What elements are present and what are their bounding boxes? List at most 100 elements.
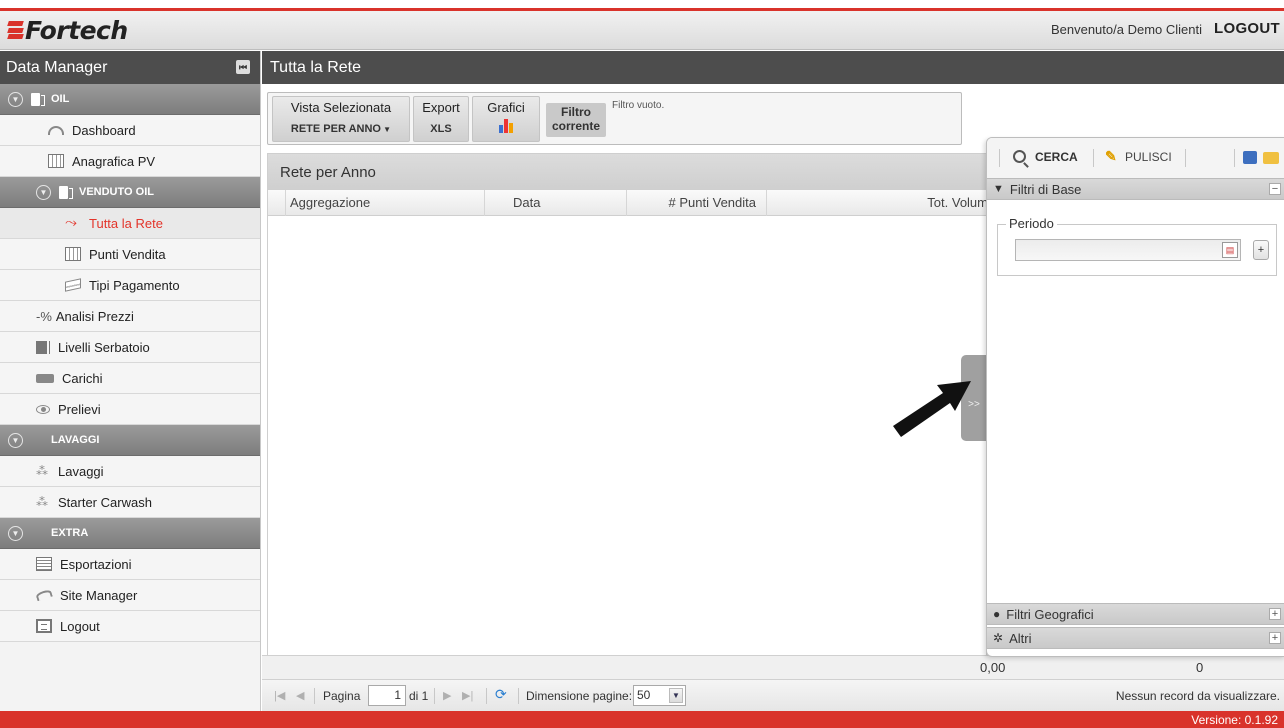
sidebar-item-label: Tutta la Rete [89, 215, 163, 231]
refresh-icon[interactable]: ⟳ [495, 686, 507, 703]
sidebar-item-anagrafica-pv[interactable]: Anagrafica PV [0, 146, 260, 177]
pulisci-button[interactable]: PULISCI [1125, 150, 1172, 164]
top-accent-strip [0, 0, 1284, 11]
sidebar-item-label: Carichi [62, 370, 103, 386]
filter-funnel-icon: ▼ [993, 183, 1004, 195]
column-header-punti-vendita[interactable]: # Punti Vendita [627, 190, 767, 216]
sidebar-item-prelievi[interactable]: Prelievi [0, 394, 260, 425]
group-oil[interactable]: ▼ OIL [0, 84, 260, 115]
bar-chart-icon [498, 119, 514, 133]
version-text: Versione: 0.1.92 [1191, 713, 1278, 727]
chevron-down-icon: ▼ [8, 525, 23, 541]
sidebar: Data Manager ⏮ ▼ OIL Dashboard Anagrafic… [0, 51, 261, 711]
folder-open-icon[interactable] [1263, 152, 1279, 164]
calendar-icon[interactable]: ▤ [1222, 242, 1238, 258]
sidebar-item-tipi-pagamento[interactable]: Tipi Pagamento [0, 270, 260, 301]
search-icon [1013, 150, 1026, 163]
section-label: Filtri di Base [1009, 181, 1082, 197]
column-header-tot-volume[interactable]: Tot. Volum [767, 190, 988, 216]
prev-page-icon[interactable]: ◀ [296, 689, 304, 702]
divider [999, 149, 1000, 167]
sidebar-item-esportazioni[interactable]: Esportazioni [0, 549, 260, 580]
expand-plus-icon[interactable]: + [1269, 608, 1281, 620]
filter-toolbar: CERCA ✎ PULISCI [987, 138, 1284, 178]
cerca-button[interactable]: CERCA [1035, 150, 1078, 164]
export-label: Export [422, 100, 460, 115]
car-wash-icon: ⁂ [36, 495, 48, 509]
sidebar-item-punti-vendita[interactable]: Punti Vendita [0, 239, 260, 270]
sidebar-item-label: Prelievi [58, 401, 101, 417]
group-extra[interactable]: ▼ EXTRA [0, 518, 260, 549]
row-number-column [268, 190, 286, 216]
grid-summary-row: 0,00 0 [262, 655, 1284, 679]
sidebar-item-label: Punti Vendita [89, 246, 166, 262]
divider [434, 688, 435, 704]
grafici-button[interactable]: Grafici [472, 96, 540, 142]
caret-down-icon: ▼ [380, 125, 392, 134]
sidebar-item-label: Starter Carwash [58, 494, 152, 510]
gauge-icon [48, 125, 64, 135]
vista-label: Vista Selezionata [290, 100, 392, 115]
fuel-pump-icon [31, 92, 45, 106]
logout-icon [36, 619, 52, 633]
sidebar-item-tutta-la-rete[interactable]: ⤳ Tutta la Rete [0, 208, 260, 239]
percent-icon: -% [36, 309, 52, 324]
divider [518, 688, 519, 704]
sidebar-item-label: Anagrafica PV [72, 153, 156, 169]
truck-icon [36, 373, 54, 383]
sidebar-item-site-manager[interactable]: Site Manager [0, 580, 260, 611]
logout-link[interactable]: LOGOUT [1214, 20, 1280, 37]
page-size-select[interactable]: 50 ▼ [633, 685, 686, 706]
divider [1234, 149, 1235, 167]
data-grid: Rete per Anno Aggregazione Data # Punti … [267, 153, 988, 656]
group-lavaggi[interactable]: ▼ LAVAGGI [0, 425, 260, 456]
last-page-icon[interactable]: ▶| [462, 689, 473, 702]
grafici-label: Grafici [487, 100, 525, 115]
car-wash-icon: ⁂ [36, 464, 48, 478]
group-venduto-oil[interactable]: ▼ VENDUTO OIL [0, 177, 260, 208]
sidebar-item-label: Lavaggi [58, 463, 104, 479]
divider [1185, 149, 1186, 167]
section-filtri-geografici[interactable]: ● Filtri Geografici + [987, 603, 1284, 625]
divider [486, 688, 487, 704]
chevron-down-icon: ▼ [8, 432, 23, 448]
divider [314, 688, 315, 704]
sidebar-item-lavaggi[interactable]: ⁂ Lavaggi [0, 456, 260, 487]
sidebar-item-dashboard[interactable]: Dashboard [0, 115, 260, 146]
section-altri[interactable]: ✲ Altri + [987, 627, 1284, 649]
summary-total-count: 0 [1196, 660, 1204, 675]
first-page-icon[interactable]: |◀ [274, 689, 285, 702]
station-icon [65, 247, 81, 261]
section-label: Altri [1009, 630, 1032, 646]
save-icon[interactable] [1243, 151, 1257, 164]
sidebar-item-livelli-serbatoio[interactable]: Livelli Serbatoio [0, 332, 260, 363]
column-header-data[interactable]: Data [485, 190, 627, 216]
page-label: Pagina [323, 689, 361, 703]
section-filtri-di-base[interactable]: ▼ Filtri di Base − [987, 178, 1284, 200]
next-page-icon[interactable]: ▶ [443, 689, 451, 702]
credit-card-icon [65, 278, 81, 292]
page-size-label: Dimensione pagine: [526, 689, 633, 703]
section-label: Filtri Geografici [1006, 606, 1094, 622]
sidebar-item-analisi-prezzi[interactable]: -% Analisi Prezzi [0, 301, 260, 332]
network-icon: ⤳ [65, 214, 78, 231]
sidebar-item-label: Logout [60, 618, 100, 634]
collapse-minus-icon[interactable]: − [1269, 183, 1281, 195]
vista-selezionata-dropdown[interactable]: Vista Selezionata RETE PER ANNO ▼ [272, 96, 410, 142]
grid-header: Aggregazione Data # Punti Vendita Tot. V… [268, 190, 988, 216]
tank-level-icon [36, 340, 50, 354]
expand-plus-icon[interactable]: + [1269, 632, 1281, 644]
export-xls-button[interactable]: Export XLS [413, 96, 469, 142]
pointer-arrow-icon [893, 381, 971, 437]
periodo-date-input[interactable]: ▤ [1015, 239, 1241, 261]
add-period-button[interactable]: + [1253, 240, 1269, 260]
chevron-down-icon: ▼ [669, 688, 683, 703]
sidebar-item-carichi[interactable]: Carichi [0, 363, 260, 394]
collapse-sidebar-icon[interactable]: ⏮ [236, 60, 250, 74]
page-number-input[interactable]: 1 [368, 685, 406, 706]
sidebar-item-starter-carwash[interactable]: ⁂ Starter Carwash [0, 487, 260, 518]
column-header-aggregazione[interactable]: Aggregazione [286, 190, 485, 216]
sidebar-item-logout[interactable]: Logout [0, 611, 260, 642]
export-value: XLS [430, 123, 452, 135]
sidebar-item-label: Site Manager [60, 587, 138, 603]
